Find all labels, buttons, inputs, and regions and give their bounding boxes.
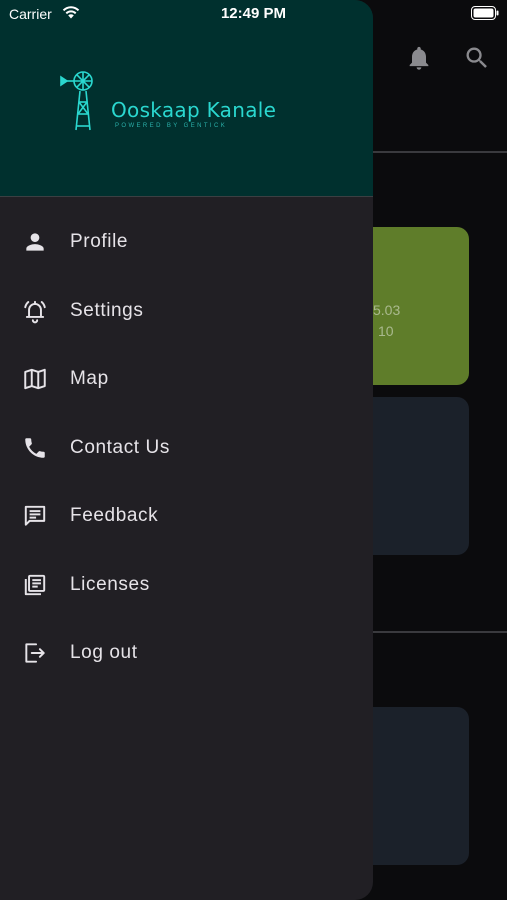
drawer-menu: Profile Settings Map Contact Us Feedback… [0,208,373,688]
menu-item-licenses[interactable]: Licenses [0,551,373,620]
library-books-icon [22,572,48,598]
card-value: 5.03 [373,302,401,318]
menu-item-settings[interactable]: Settings [0,277,373,346]
menu-item-label: Profile [70,231,129,253]
person-icon [22,229,48,255]
logout-icon [22,640,48,666]
menu-item-label: Feedback [70,505,159,527]
navigation-drawer: Ooskaap Kanale POWERED BY GENTICK Profil… [0,0,373,900]
menu-item-feedback[interactable]: Feedback [0,482,373,551]
phone-icon [22,435,48,461]
menu-item-label: Map [70,368,109,390]
status-time: 12:49 PM [220,5,287,22]
windmill-icon [58,68,98,132]
menu-item-label: Settings [70,299,144,321]
menu-item-log-out[interactable]: Log out [0,619,373,688]
menu-item-map[interactable]: Map [0,345,373,414]
divider [373,631,507,633]
drawer-header: Ooskaap Kanale POWERED BY GENTICK [0,0,373,197]
search-icon[interactable] [463,44,491,72]
menu-item-label: Log out [70,642,138,664]
menu-item-label: Licenses [70,573,150,595]
bell-icon[interactable] [405,44,433,72]
alarm-bell-icon [22,298,48,324]
status-bar: Carrier 12:49 PM [0,0,507,28]
map-icon [22,366,48,392]
menu-item-profile[interactable]: Profile [0,208,373,277]
logo-subtitle: POWERED BY GENTICK [115,123,228,129]
card-value: 10 [378,323,394,339]
divider [373,151,507,153]
menu-item-contact-us[interactable]: Contact Us [0,414,373,483]
menu-item-label: Contact Us [70,436,170,458]
app-logo: Ooskaap Kanale POWERED BY GENTICK [58,68,308,132]
message-icon [22,503,48,529]
logo-title: Ooskaap Kanale [111,98,277,122]
battery-icon [471,6,499,20]
